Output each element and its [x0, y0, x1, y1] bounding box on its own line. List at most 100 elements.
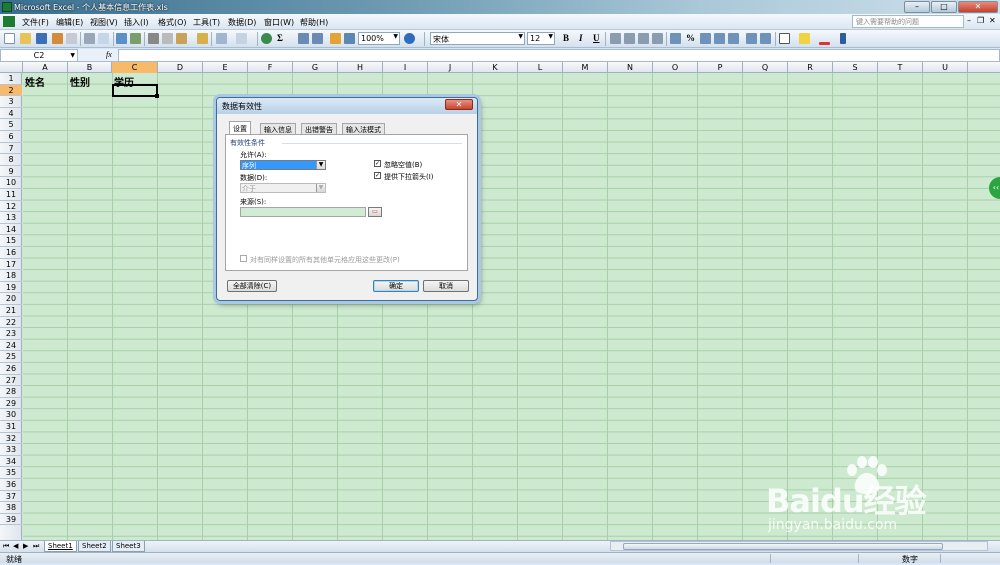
increase-decimal-icon[interactable] [714, 33, 725, 44]
column-header-p[interactable]: P [698, 62, 743, 73]
row-header-24[interactable]: 24 [0, 340, 22, 352]
format-painter-icon[interactable] [197, 33, 208, 44]
column-header-s[interactable]: S [833, 62, 878, 73]
column-header-i[interactable]: I [383, 62, 428, 73]
fill-color-icon[interactable] [799, 33, 810, 44]
menu-format[interactable]: 格式(O) [158, 17, 187, 28]
row-header-14[interactable]: 14 [0, 224, 22, 236]
paste-icon[interactable] [176, 33, 187, 44]
spelling-icon[interactable] [116, 33, 127, 44]
dropdown-checkbox[interactable]: ✓ [374, 172, 381, 179]
menu-tools[interactable]: 工具(T) [193, 17, 220, 28]
print-icon[interactable] [84, 33, 95, 44]
ok-button[interactable]: 确定 [373, 280, 419, 292]
row-header-9[interactable]: 9 [0, 166, 22, 178]
row-header-29[interactable]: 29 [0, 398, 22, 410]
cell-a1[interactable]: 姓名 [25, 74, 45, 89]
underline-button[interactable]: U [593, 33, 600, 43]
column-header-o[interactable]: O [653, 62, 698, 73]
close-icon[interactable]: ✕ [958, 1, 998, 13]
redo-icon[interactable] [236, 33, 247, 44]
horizontal-scrollbar[interactable] [610, 541, 988, 551]
cut-icon[interactable] [148, 33, 159, 44]
select-all-corner[interactable] [0, 62, 23, 73]
row-header-32[interactable]: 32 [0, 433, 22, 445]
row-header-16[interactable]: 16 [0, 247, 22, 259]
row-header-2[interactable]: 2 [0, 84, 22, 97]
row-header-23[interactable]: 23 [0, 328, 22, 340]
menu-help[interactable]: 帮助(H) [300, 17, 328, 28]
column-header-d[interactable]: D [158, 62, 203, 73]
doc-restore-icon[interactable]: ❐ [977, 16, 984, 25]
formula-input[interactable] [118, 49, 1000, 62]
column-header-b[interactable]: B [68, 62, 112, 73]
allow-select[interactable]: 序列 ▼ [240, 160, 326, 170]
row-header-6[interactable]: 6 [0, 131, 22, 143]
dialog-close-icon[interactable]: ✕ [445, 99, 473, 110]
borders-icon[interactable] [779, 33, 790, 44]
row-header-4[interactable]: 4 [0, 108, 22, 120]
email-icon[interactable] [66, 33, 77, 44]
row-header-5[interactable]: 5 [0, 119, 22, 131]
menu-data[interactable]: 数据(D) [228, 17, 256, 28]
row-header-26[interactable]: 26 [0, 363, 22, 375]
copy-icon[interactable] [162, 33, 173, 44]
undo-icon[interactable] [216, 33, 227, 44]
source-input[interactable] [240, 207, 366, 217]
open-icon[interactable] [20, 33, 31, 44]
font-size-select[interactable]: 12 ▼ [527, 32, 555, 45]
workbook-icon[interactable] [3, 16, 15, 27]
first-sheet-icon[interactable]: ⏮ [3, 542, 9, 551]
prev-sheet-icon[interactable]: ◀ [13, 542, 18, 550]
menu-edit[interactable]: 编辑(E) [56, 17, 83, 28]
column-header-u[interactable]: U [923, 62, 968, 73]
column-header-r[interactable]: R [788, 62, 833, 73]
row-header-12[interactable]: 12 [0, 201, 22, 213]
column-header-k[interactable]: K [473, 62, 518, 73]
comma-style-icon[interactable] [700, 33, 711, 44]
sort-descending-icon[interactable] [312, 33, 323, 44]
row-header-37[interactable]: 37 [0, 491, 22, 503]
merge-center-icon[interactable] [652, 33, 663, 44]
row-header-33[interactable]: 33 [0, 444, 22, 456]
clear-all-button[interactable]: 全部清除(C) [227, 280, 277, 292]
scrollbar-thumb[interactable] [623, 543, 943, 550]
row-header-38[interactable]: 38 [0, 502, 22, 514]
row-header-18[interactable]: 18 [0, 270, 22, 282]
selected-cell-c2[interactable] [112, 84, 159, 98]
drawing-icon[interactable] [344, 33, 355, 44]
doc-close-icon[interactable]: ✕ [989, 16, 996, 25]
row-header-7[interactable]: 7 [0, 143, 22, 155]
research-icon[interactable] [130, 33, 141, 44]
autosum-icon[interactable]: Σ [277, 33, 283, 43]
row-header-30[interactable]: 30 [0, 409, 22, 421]
print-preview-icon[interactable] [98, 33, 109, 44]
align-right-icon[interactable] [638, 33, 649, 44]
row-header-31[interactable]: 31 [0, 421, 22, 433]
tab-settings[interactable]: 设置 [229, 121, 251, 135]
help-icon[interactable] [404, 33, 415, 44]
column-header-a[interactable]: A [23, 62, 68, 73]
row-header-36[interactable]: 36 [0, 479, 22, 491]
column-header-j[interactable]: J [428, 62, 473, 73]
range-picker-icon[interactable]: ▭ [368, 207, 382, 217]
zoom-select[interactable]: 100% ▼ [358, 32, 400, 45]
align-left-icon[interactable] [610, 33, 621, 44]
row-header-22[interactable]: 22 [0, 317, 22, 329]
hyperlink-icon[interactable] [261, 33, 272, 44]
font-color-icon[interactable] [819, 42, 830, 45]
save-icon[interactable] [36, 33, 47, 44]
name-box[interactable]: C2 ▼ [0, 49, 78, 62]
column-header-q[interactable]: Q [743, 62, 788, 73]
maximize-icon[interactable]: □ [931, 1, 957, 13]
permission-icon[interactable] [52, 33, 63, 44]
column-header-f[interactable]: F [248, 62, 293, 73]
percent-button[interactable]: % [686, 33, 695, 43]
row-header-39[interactable]: 39 [0, 514, 22, 526]
menu-insert[interactable]: 插入(I) [124, 17, 149, 28]
column-header-t[interactable]: T [878, 62, 923, 73]
sort-ascending-icon[interactable] [298, 33, 309, 44]
row-header-3[interactable]: 3 [0, 96, 22, 108]
row-header-10[interactable]: 10 [0, 177, 22, 189]
row-header-1[interactable]: 1 [0, 73, 22, 85]
